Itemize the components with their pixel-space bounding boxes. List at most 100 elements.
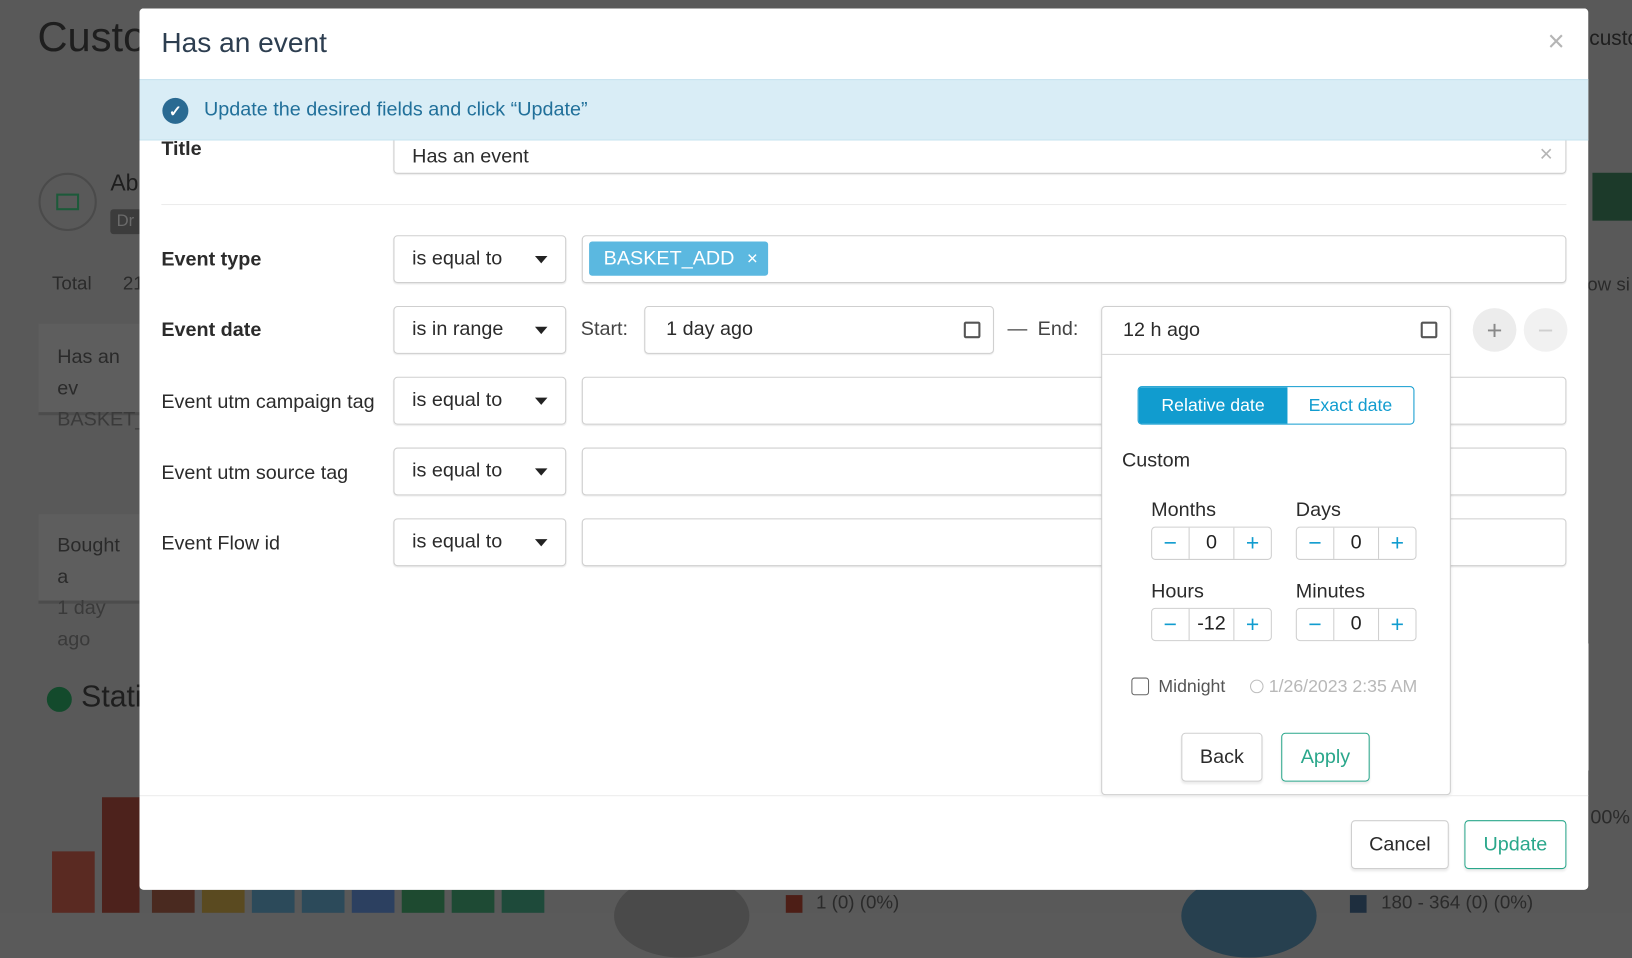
increment-button[interactable]: +	[1234, 528, 1270, 559]
hours-stepper: − -12 +	[1151, 607, 1272, 642]
end-date-popover: 12 h ago Relative date Exact date Custom…	[1101, 305, 1451, 796]
back-button[interactable]: Back	[1181, 732, 1263, 782]
increment-button[interactable]: +	[1234, 609, 1270, 640]
has-event-modal: Has an event × Title Has an event × ✓ Up…	[139, 8, 1589, 890]
caret-down-icon	[534, 539, 548, 547]
tag-basket-add: BASKET_ADD ×	[589, 241, 769, 276]
status-badge: Dr	[110, 209, 142, 235]
remove-condition-button[interactable]: −	[1523, 308, 1568, 352]
cancel-button[interactable]: Cancel	[1350, 820, 1449, 870]
stats-icon	[46, 686, 72, 712]
decrement-button[interactable]: −	[1152, 528, 1188, 559]
event-type-tag-input[interactable]: BASKET_ADD ×	[581, 235, 1567, 284]
minutes-value[interactable]: 0	[1333, 608, 1380, 641]
months-value[interactable]: 0	[1188, 527, 1235, 559]
caret-down-icon	[534, 397, 548, 405]
remove-tag-icon[interactable]: ×	[747, 248, 758, 270]
midnight-label: Midnight	[1158, 676, 1226, 697]
range-dash: —	[1007, 318, 1028, 341]
legend-swatch	[1349, 895, 1367, 913]
calendar-clock-icon[interactable]	[1420, 321, 1438, 339]
bar	[451, 889, 495, 913]
tab-exact-date[interactable]: Exact date	[1287, 387, 1413, 423]
legend-item: 180 - 364 (0) (0%)	[1381, 891, 1534, 913]
increment-button[interactable]: +	[1379, 528, 1415, 559]
stats-title: Stati	[81, 680, 142, 714]
selected-value: is equal to	[412, 460, 503, 482]
footer-divider	[139, 795, 1589, 797]
card-title: Ab	[110, 169, 139, 196]
utm-source-operator-select[interactable]: is equal to	[393, 447, 567, 496]
card-line: 1 day ago	[57, 597, 106, 651]
bar	[251, 889, 295, 913]
flow-id-label: Event Flow id	[161, 532, 281, 555]
divider	[161, 203, 1567, 206]
increment-button[interactable]: +	[1379, 609, 1415, 640]
card-line: BASKET_	[57, 409, 147, 431]
caret-down-icon	[534, 256, 548, 264]
tag-label: BASKET_ADD	[603, 247, 735, 270]
days-label: Days	[1295, 499, 1341, 522]
title-value: Has an event	[412, 145, 529, 168]
modal-title: Has an event	[161, 27, 327, 59]
title-label: Title	[161, 138, 202, 161]
legend-swatch	[785, 895, 803, 913]
selected-value: is equal to	[412, 389, 503, 412]
close-icon[interactable]: ×	[1548, 25, 1565, 58]
card-line: Bought a	[57, 534, 120, 589]
custom-heading: Custom	[1121, 449, 1191, 472]
right-green-button	[1592, 172, 1632, 221]
avatar	[38, 172, 97, 232]
decrement-button[interactable]: −	[1152, 609, 1188, 640]
clear-icon[interactable]: ×	[1539, 141, 1552, 168]
legend-item: 1 (0) (0%)	[815, 891, 900, 913]
months-label: Months	[1151, 499, 1216, 522]
total-label: Total	[52, 272, 92, 294]
page-right-text: custo	[1589, 27, 1632, 50]
hours-label: Hours	[1151, 580, 1204, 603]
bg-card: Has an ev BASKET_	[38, 323, 153, 431]
mail-icon	[56, 193, 80, 211]
days-value[interactable]: 0	[1333, 527, 1380, 559]
decrement-button[interactable]: −	[1297, 609, 1333, 640]
update-button[interactable]: Update	[1464, 820, 1567, 870]
event-type-operator-select[interactable]: is equal to	[393, 235, 567, 284]
minutes-label: Minutes	[1295, 580, 1366, 603]
add-condition-button[interactable]: +	[1472, 308, 1517, 352]
apply-button[interactable]: Apply	[1281, 732, 1370, 782]
resolved-date: 1/26/2023 2:35 AM	[1268, 676, 1418, 697]
verified-check-icon: ✓	[162, 97, 189, 124]
selected-value: is equal to	[412, 247, 503, 270]
utm-source-label: Event utm source tag	[161, 462, 349, 484]
minutes-stepper: −0 +	[1295, 607, 1417, 642]
bar	[501, 889, 545, 913]
start-label: Start:	[580, 318, 629, 341]
percent-label: 00%	[1590, 806, 1630, 829]
days-stepper: −0 +	[1295, 526, 1417, 560]
event-date-label: Event date	[161, 319, 262, 342]
bar	[52, 851, 95, 913]
start-date-input[interactable]: 1 day ago	[644, 305, 994, 354]
event-date-operator-select[interactable]: is in range	[393, 305, 567, 354]
midnight-checkbox[interactable]	[1131, 677, 1150, 696]
selected-value: is equal to	[412, 530, 503, 553]
info-banner: ✓ Update the desired fields and click “U…	[139, 79, 1589, 141]
bar	[301, 889, 345, 913]
page-title: Custo	[37, 14, 147, 61]
bg-card: Bought a 1 day ago	[38, 514, 153, 651]
start-value: 1 day ago	[666, 318, 753, 341]
tab-relative-date[interactable]: Relative date	[1138, 387, 1288, 424]
end-date-input[interactable]: 12 h ago	[1102, 307, 1450, 355]
date-mode-toggle: Relative date Exact date	[1137, 386, 1415, 425]
utm-campaign-operator-select[interactable]: is equal to	[393, 376, 567, 425]
utm-campaign-label: Event utm campaign tag	[161, 391, 375, 414]
flow-id-operator-select[interactable]: is equal to	[393, 518, 567, 567]
calendar-clock-icon[interactable]	[963, 321, 981, 339]
hours-value[interactable]: -12	[1188, 608, 1235, 641]
decrement-button[interactable]: −	[1297, 528, 1333, 559]
end-value: 12 h ago	[1123, 319, 1201, 341]
bar	[201, 889, 245, 913]
bar	[151, 889, 195, 913]
caret-down-icon	[534, 468, 548, 476]
info-text: Update the desired fields and click “Upd…	[203, 98, 588, 121]
